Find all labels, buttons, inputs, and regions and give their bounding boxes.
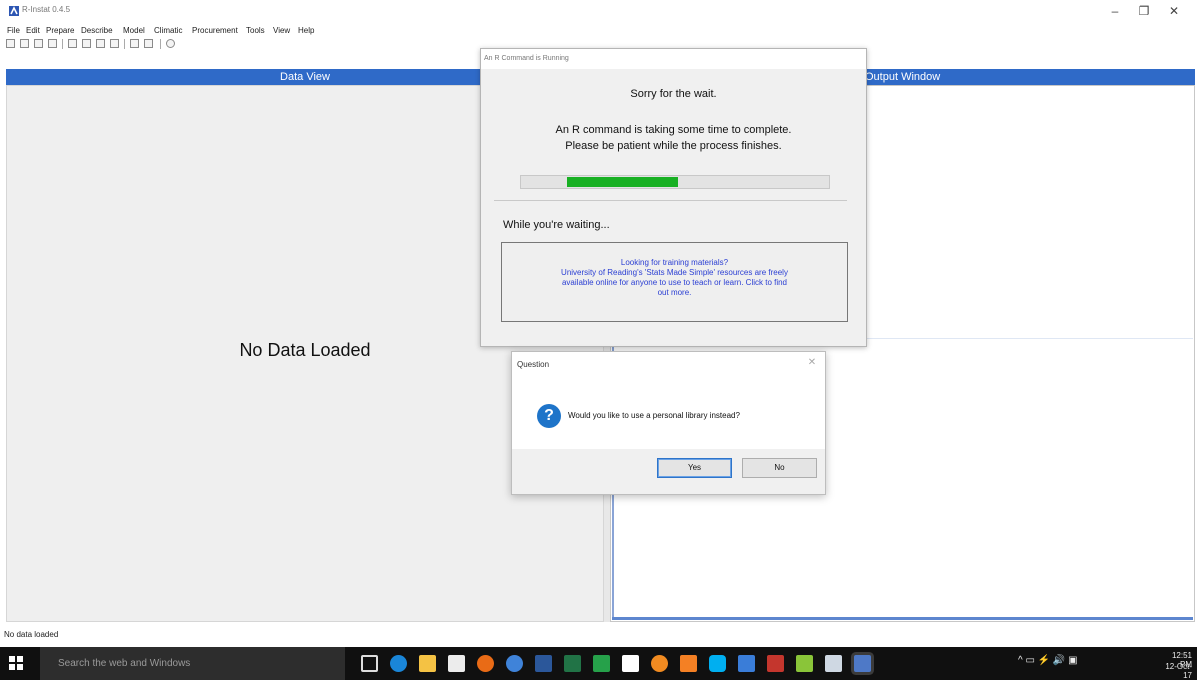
layout-icon[interactable] <box>130 39 139 48</box>
menu-bar: File Edit Prepare Describe Model Climati… <box>0 22 1197 37</box>
notepad-icon[interactable] <box>622 655 639 672</box>
new-icon[interactable] <box>6 39 15 48</box>
output-window-title: Output Window <box>865 71 941 83</box>
question-message: Would you like to use a personal library… <box>568 411 740 420</box>
minimize-button[interactable]: – <box>1101 2 1129 20</box>
app-icon-3[interactable] <box>738 655 755 672</box>
maximize-button[interactable]: ❐ <box>1130 2 1158 20</box>
waiting-label: While you're waiting... <box>503 219 610 231</box>
tip-line4: out more. <box>657 288 692 297</box>
dialog-title-bar: An R Command is Running <box>481 49 866 69</box>
dialog-divider <box>494 200 847 201</box>
help-icon[interactable] <box>166 39 175 48</box>
progress-bar-fill <box>567 177 679 187</box>
windows-start-icon[interactable] <box>8 655 24 671</box>
cut-icon[interactable] <box>68 39 77 48</box>
question-icon: ? <box>537 404 561 428</box>
word-icon[interactable] <box>535 655 552 672</box>
toolbar-separator <box>62 39 63 49</box>
system-tray[interactable]: ^ ▭ ⚡ 🔊 ▣ <box>1018 655 1108 673</box>
menu-help[interactable]: Help <box>298 26 314 35</box>
no-button[interactable]: No <box>742 458 817 478</box>
tip-line1: Looking for training materials? <box>620 258 729 267</box>
dialog-message-line1: An R command is taking some time to comp… <box>555 124 792 136</box>
app-icon-5[interactable] <box>796 655 813 672</box>
log-icon[interactable] <box>144 39 153 48</box>
window-icon[interactable] <box>110 39 119 48</box>
toolbar-separator <box>160 39 161 49</box>
tip-line3: available online for anyone to use to te… <box>561 278 788 287</box>
windows-taskbar: Search the web and Windows ^ ▭ ⚡ 🔊 ▣ <box>0 647 1197 680</box>
paste-icon[interactable] <box>96 39 105 48</box>
r-instat-logo-icon <box>9 6 19 16</box>
menu-edit[interactable]: Edit <box>26 26 40 35</box>
close-icon[interactable]: ✕ <box>804 356 820 370</box>
title-bar: R-Instat 0.4.5 – ❐ ✕ <box>0 0 1197 22</box>
menu-view[interactable]: View <box>273 26 290 35</box>
status-bar-text: No data loaded <box>4 630 59 639</box>
toolbar <box>0 37 480 53</box>
chrome-icon[interactable] <box>506 655 523 672</box>
menu-climatic[interactable]: Climatic <box>154 26 182 35</box>
firefox-icon[interactable] <box>477 655 494 672</box>
r-command-running-dialog: An R Command is Running Sorry for the wa… <box>480 48 867 347</box>
menu-prepare[interactable]: Prepare <box>46 26 74 35</box>
yes-button[interactable]: Yes <box>657 458 732 478</box>
training-materials-link[interactable]: Looking for training materials? Universi… <box>501 242 848 322</box>
question-dialog-footer: Yes No <box>512 449 825 494</box>
progress-bar <box>520 175 830 189</box>
vlc-icon[interactable] <box>680 655 697 672</box>
dialog-heading: Sorry for the wait. <box>630 88 717 100</box>
file-explorer-icon[interactable] <box>419 655 436 672</box>
taskbar-search-placeholder: Search the web and Windows <box>58 658 191 669</box>
menu-tools[interactable]: Tools <box>246 26 265 35</box>
menu-model[interactable]: Model <box>123 26 145 35</box>
task-view-icon[interactable] <box>361 655 378 672</box>
dialog-title: An R Command is Running <box>484 55 569 62</box>
output-bottom-border <box>612 617 1193 620</box>
app-icon-2[interactable] <box>651 655 668 672</box>
app-icon[interactable] <box>593 655 610 672</box>
store-icon[interactable] <box>448 655 465 672</box>
taskbar-search-box[interactable]: Search the web and Windows <box>40 647 345 680</box>
clock-date[interactable]: 12-Oct-17 <box>1159 662 1192 680</box>
close-button[interactable]: ✕ <box>1160 2 1188 20</box>
save-icon[interactable] <box>34 39 43 48</box>
app-icon-4[interactable] <box>767 655 784 672</box>
copy-icon[interactable] <box>82 39 91 48</box>
skype-icon[interactable] <box>709 655 726 672</box>
excel-icon[interactable] <box>564 655 581 672</box>
dialog-message-line2: Please be patient while the process fini… <box>565 140 782 152</box>
question-dialog: Question ✕ ? Would you like to use a per… <box>511 351 826 495</box>
open-icon[interactable] <box>20 39 29 48</box>
window-title: R-Instat 0.4.5 <box>22 5 71 14</box>
menu-file[interactable]: File <box>7 26 20 35</box>
question-dialog-title: Question <box>517 360 550 369</box>
menu-procurement[interactable]: Procurement <box>192 26 238 35</box>
photos-icon[interactable] <box>825 655 842 672</box>
print-icon[interactable] <box>48 39 57 48</box>
r-instat-icon[interactable] <box>854 655 871 672</box>
menu-describe[interactable]: Describe <box>81 26 113 35</box>
toolbar-separator <box>124 39 125 49</box>
edge-icon[interactable] <box>390 655 407 672</box>
tip-line2: University of Reading's 'Stats Made Simp… <box>561 268 788 277</box>
